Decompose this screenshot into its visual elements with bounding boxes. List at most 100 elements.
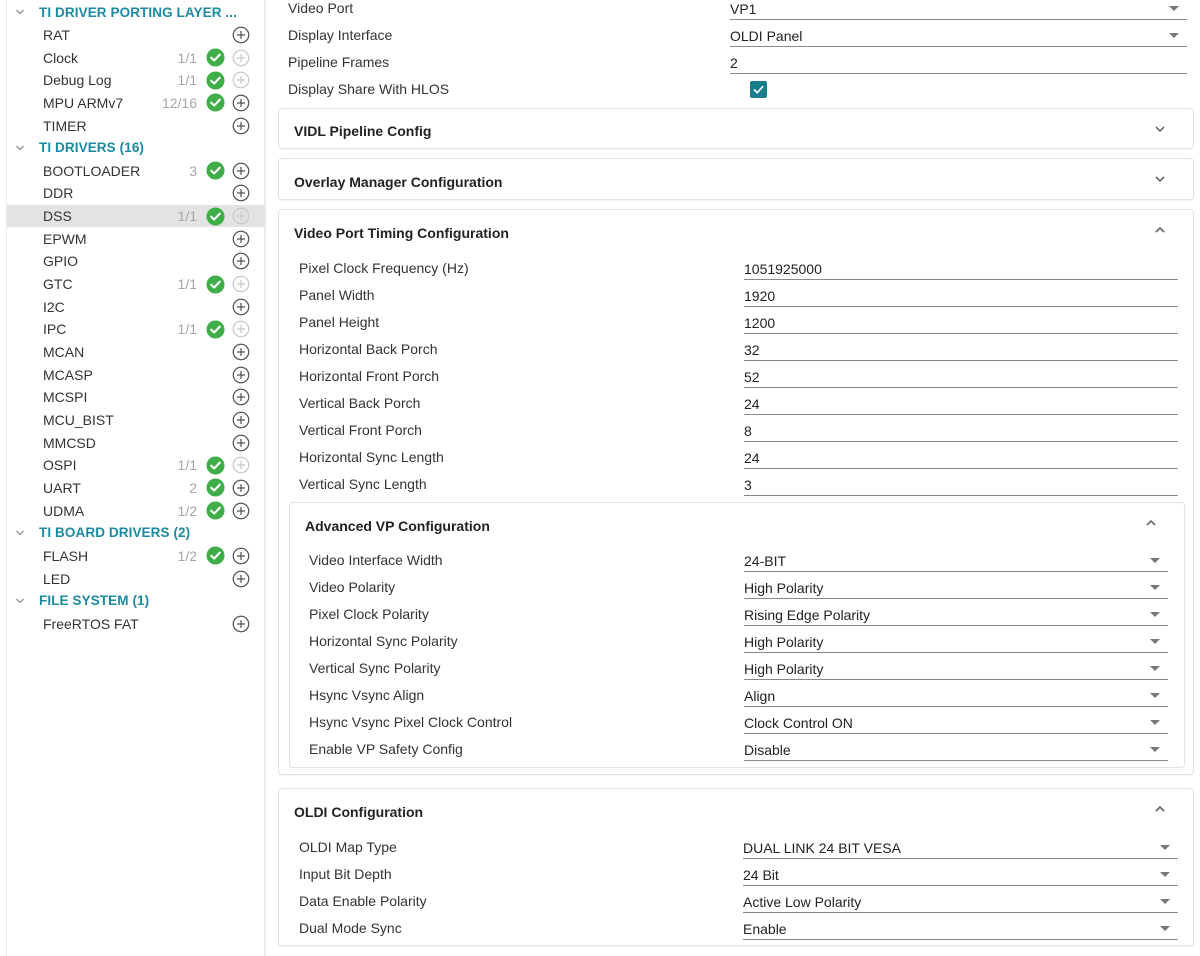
check-circle-icon: [206, 93, 225, 112]
vertical-sync-polarity-select[interactable]: High Polarity: [744, 658, 1168, 680]
vertical-sync-length-input[interactable]: 3: [744, 474, 1178, 496]
pixel-clock-polarity-select[interactable]: Rising Edge Polarity: [744, 604, 1168, 626]
data-enable-polarity-value: Active Low Polarity: [743, 894, 862, 910]
sidebar-item-uart[interactable]: UART 2: [7, 477, 265, 500]
sidebar-group-ti-drivers-16[interactable]: TI DRIVERS (16): [7, 137, 265, 159]
add-instance-icon[interactable]: [232, 615, 250, 633]
sidebar-item-mpu-armv7[interactable]: MPU ARMv7 12/16: [7, 92, 265, 115]
display-interface-value: OLDI Panel: [730, 28, 803, 44]
horizontal-back-porch-input[interactable]: 32: [744, 339, 1178, 361]
add-instance-icon[interactable]: [232, 117, 250, 135]
sidebar-group-ti-driver-porting-layer[interactable]: TI DRIVER PORTING LAYER ...: [7, 1, 265, 23]
panel-width-input[interactable]: 1920: [744, 285, 1178, 307]
chevron-up-icon[interactable]: [1144, 516, 1158, 530]
add-instance-icon[interactable]: [232, 502, 250, 520]
overlay-manager-panel[interactable]: Overlay Manager Configuration: [278, 158, 1194, 200]
video-polarity-select[interactable]: High Polarity: [744, 577, 1168, 599]
panel-height-input[interactable]: 1200: [744, 312, 1178, 334]
sidebar-item-led[interactable]: LED: [7, 567, 265, 590]
sidebar-item-gtc[interactable]: GTC 1/1: [7, 273, 265, 296]
sidebar-item-mmcsd[interactable]: MMCSD: [7, 431, 265, 454]
add-instance-icon[interactable]: [232, 94, 250, 112]
sidebar-item-rat[interactable]: RAT: [7, 24, 265, 47]
chevron-down-icon[interactable]: [12, 7, 28, 17]
add-instance-icon[interactable]: [232, 26, 250, 44]
sidebar-item-timer[interactable]: TIMER: [7, 114, 265, 137]
sidebar-item-freertos-fat[interactable]: FreeRTOS FAT: [7, 613, 265, 636]
chevron-up-icon[interactable]: [1153, 802, 1167, 816]
add-instance-icon: [232, 71, 250, 89]
video-interface-width-value: 24-BIT: [744, 553, 787, 569]
sidebar-item-i2c[interactable]: I2C: [7, 295, 265, 318]
instance-count: 3: [189, 162, 197, 179]
sidebar-group-file-system-1[interactable]: FILE SYSTEM (1): [7, 590, 265, 612]
add-instance-icon[interactable]: [232, 366, 250, 384]
sidebar-group-ti-board-drivers-2[interactable]: TI BOARD DRIVERS (2): [7, 522, 265, 544]
sidebar-item-ddr[interactable]: DDR: [7, 182, 265, 205]
vertical-back-porch-input[interactable]: 24: [744, 393, 1178, 415]
sidebar-item-udma[interactable]: UDMA 1/2: [7, 499, 265, 522]
vertical-front-porch-input[interactable]: 8: [744, 420, 1178, 442]
add-instance-icon[interactable]: [232, 411, 250, 429]
add-instance-icon[interactable]: [232, 434, 250, 452]
sidebar-item-mcspi[interactable]: MCSPI: [7, 386, 265, 409]
chevron-up-icon[interactable]: [1153, 223, 1167, 237]
sidebar-item-ipc[interactable]: IPC 1/1: [7, 318, 265, 341]
enable-vp-safety-config-select[interactable]: Disable: [744, 739, 1168, 761]
chevron-down-icon[interactable]: [12, 528, 28, 538]
horizontal-sync-polarity-select[interactable]: High Polarity: [744, 631, 1168, 653]
add-instance-icon[interactable]: [232, 230, 250, 248]
sidebar-item-gpio[interactable]: GPIO: [7, 250, 265, 273]
input-bit-depth-select[interactable]: 24 Bit: [743, 864, 1178, 886]
sidebar-item-flash[interactable]: FLASH 1/2: [7, 545, 265, 568]
horizontal-back-porch-value: 32: [744, 342, 760, 358]
sidebar-item-mcan[interactable]: MCAN: [7, 341, 265, 364]
sidebar-item-dss[interactable]: DSS 1/1: [7, 204, 265, 228]
sidebar-item-label: Clock: [43, 49, 79, 66]
add-instance-icon[interactable]: [232, 547, 250, 565]
display-share-row: Display Share With HLOS: [288, 81, 1188, 108]
pipeline-frames-input[interactable]: 2: [730, 52, 1187, 74]
display-share-checkbox[interactable]: [750, 81, 767, 98]
horizontal-front-porch-input[interactable]: 52: [744, 366, 1178, 388]
display-interface-select[interactable]: OLDI Panel: [730, 25, 1187, 47]
hsync-vsync-align-select[interactable]: Align: [744, 685, 1168, 707]
chevron-down-icon[interactable]: [1153, 122, 1167, 136]
sidebar-item-mcasp[interactable]: MCASP: [7, 363, 265, 386]
sidebar-item-bootloader[interactable]: BOOTLOADER 3: [7, 160, 265, 183]
video-interface-width-select[interactable]: 24-BIT: [744, 550, 1168, 572]
sidebar-item-clock[interactable]: Clock 1/1: [7, 46, 265, 69]
dropdown-caret-icon: [1150, 720, 1160, 725]
sidebar-item-mcu-bist[interactable]: MCU_BIST: [7, 409, 265, 432]
add-instance-icon[interactable]: [232, 343, 250, 361]
add-instance-icon[interactable]: [232, 479, 250, 497]
add-instance-icon[interactable]: [232, 184, 250, 202]
add-instance-icon[interactable]: [232, 162, 250, 180]
add-instance-icon[interactable]: [232, 298, 250, 316]
video-port-select[interactable]: VP1: [730, 0, 1187, 20]
sidebar-item-ospi[interactable]: OSPI 1/1: [7, 454, 265, 477]
vertical-sync-polarity-value: High Polarity: [744, 661, 824, 677]
instance-count: 2: [189, 479, 197, 496]
sidebar-item-epwm[interactable]: EPWM: [7, 228, 265, 251]
dropdown-caret-icon: [1160, 845, 1170, 850]
add-instance-icon[interactable]: [232, 570, 250, 588]
oldi-map-type-select[interactable]: DUAL LINK 24 BIT VESA: [743, 837, 1178, 859]
sidebar-item-debug-log[interactable]: Debug Log 1/1: [7, 69, 265, 92]
add-instance-icon: [232, 275, 250, 293]
chevron-down-icon[interactable]: [12, 143, 28, 153]
dual-mode-sync-select[interactable]: Enable: [743, 918, 1178, 940]
add-instance-icon[interactable]: [232, 252, 250, 270]
pipeline-frames-value: 2: [730, 55, 738, 71]
data-enable-polarity-select[interactable]: Active Low Polarity: [743, 891, 1178, 913]
pixel-clock-frequency-hz-input[interactable]: 1051925000: [744, 258, 1178, 280]
horizontal-sync-length-input[interactable]: 24: [744, 447, 1178, 469]
sidebar-item-label: EPWM: [43, 230, 87, 247]
chevron-down-icon[interactable]: [1153, 172, 1167, 186]
vidl-pipeline-panel[interactable]: VIDL Pipeline Config: [278, 108, 1194, 149]
chevron-down-icon[interactable]: [12, 596, 28, 606]
check-circle-icon: [206, 546, 225, 565]
instance-count: 1/1: [177, 321, 197, 338]
add-instance-icon[interactable]: [232, 388, 250, 406]
hsync-vsync-pixel-clock-control-select[interactable]: Clock Control ON: [744, 712, 1168, 734]
